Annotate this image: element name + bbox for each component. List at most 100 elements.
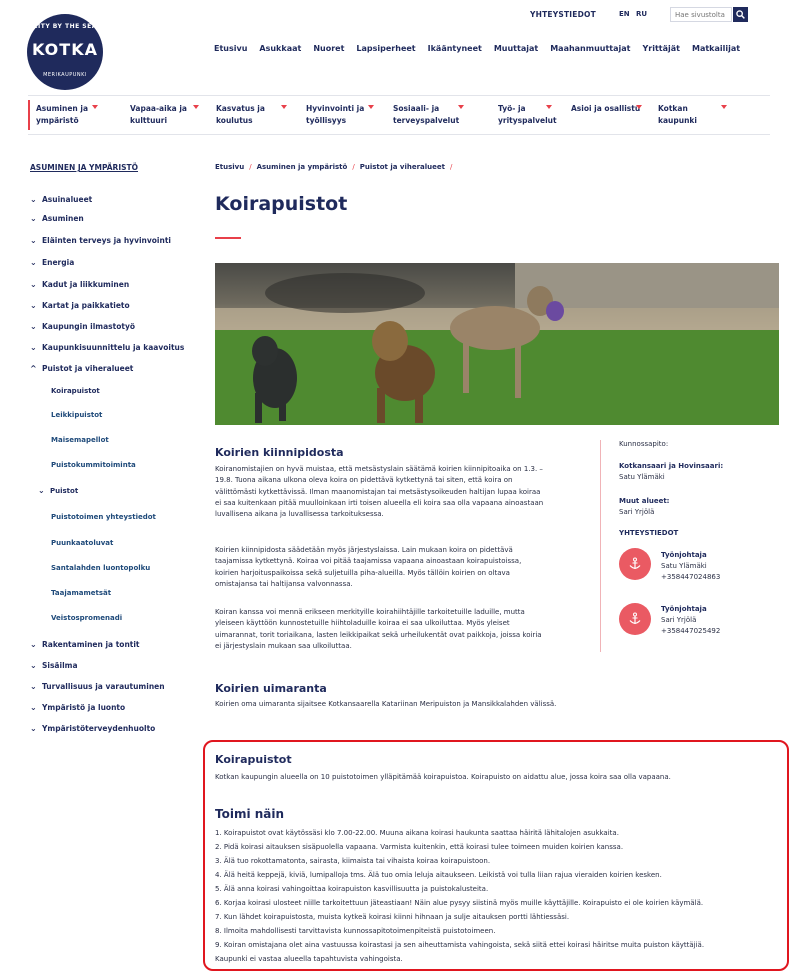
rule-item: Kaupunki ei vastaa alueella tapahtuvista… [215, 955, 403, 963]
section-kotkan-kaupunki[interactable]: Kotkan kaupunki [658, 103, 697, 127]
chevron-down-icon: ⌄ [30, 343, 37, 352]
sidebar-item-koirapuistot[interactable]: Koirapuistot [51, 387, 100, 395]
chevron-down-icon[interactable] [281, 105, 287, 109]
rule-item: 4. Älä heitä keppejä, kiviä, lumipalloja… [215, 871, 662, 879]
sidebar-item-kaupunkisuunnittelu[interactable]: ⌄ Kaupunkisuunnittelu ja kaavoitus [30, 343, 184, 352]
sidebar-item-turvallisuus[interactable]: ⌄ Turvallisuus ja varautuminen [30, 682, 165, 691]
sidebar-item-puunkaatoluvat[interactable]: Puunkaatoluvat [51, 539, 113, 547]
nav-ikaantyneet[interactable]: Ikääntyneet [428, 44, 482, 53]
title-accent-bar [215, 237, 241, 239]
sidebar-item-puistot[interactable]: ⌄ Puistot [38, 486, 78, 495]
chevron-down-icon: ⌄ [30, 322, 37, 331]
section-hyvinvointi[interactable]: Hyvinvointi ja työllisyys [306, 103, 364, 127]
nav-yrittajat[interactable]: Yrittäjät [643, 44, 681, 53]
section-sosiaali[interactable]: Sosiaali- ja terveyspalvelut [393, 103, 459, 127]
rule-item: 1. Koirapuistot ovat käytössäsi klo 7.00… [215, 829, 619, 837]
chevron-down-icon[interactable] [368, 105, 374, 109]
chevron-down-icon: ⌄ [30, 640, 37, 649]
box-heading: Koirapuistot [215, 753, 292, 766]
breadcrumb-separator: / [249, 163, 252, 171]
contact-panel: Kunnossapito: Kotkansaari ja Hovinsaari:… [600, 440, 790, 652]
chevron-down-icon[interactable] [458, 105, 464, 109]
chevron-down-icon[interactable] [636, 105, 642, 109]
sidebar-item-sisailma[interactable]: ⌄ Sisäilma [30, 661, 78, 670]
chevron-down-icon: ⌄ [30, 703, 37, 712]
nav-muuttajat[interactable]: Muuttajat [494, 44, 538, 53]
rule-item: 9. Koiran omistajana olet aina vastuussa… [215, 941, 705, 949]
chevron-down-icon[interactable] [546, 105, 552, 109]
sidebar-item-asuminen[interactable]: ⌄ Asuminen [30, 214, 84, 223]
breadcrumb-puistot[interactable]: Puistot ja viheralueet [360, 163, 445, 171]
person2-name: Sari Yrjölä [661, 616, 697, 624]
box-subheading: Toimi näin [215, 807, 285, 821]
area1-title: Kotkansaari ja Hovinsaari: [619, 462, 724, 470]
sidebar-item-leikkipuistot[interactable]: Leikkipuistot [51, 411, 102, 419]
sidebar-item-puistokummitoiminta[interactable]: Puistokummitoiminta [51, 461, 136, 469]
person1-phone[interactable]: +358447024863 [661, 573, 720, 581]
contact-link[interactable]: YHTEYSTIEDOT [530, 10, 596, 19]
nav-etusivu[interactable]: Etusivu [214, 44, 247, 53]
chevron-down-icon: ⌄ [30, 236, 37, 245]
sidebar-item-taajamametsat[interactable]: Taajamametsät [51, 589, 111, 597]
anchor-icon [629, 557, 641, 569]
section-kasvatus[interactable]: Kasvatus ja koulutus [216, 103, 265, 127]
contacts-heading: YHTEYSTIEDOT [619, 529, 679, 537]
nav-matkailijat[interactable]: Matkailijat [692, 44, 740, 53]
sidebar-item-santalahden-luontopolku[interactable]: Santalahden luontopolku [51, 564, 150, 572]
avatar [619, 603, 651, 635]
sidebar-item-asuinalueet[interactable]: ⌄ Asuinalueet [30, 195, 92, 204]
chevron-down-icon[interactable] [193, 105, 199, 109]
nav-asukkaat[interactable]: Asukkaat [259, 44, 301, 53]
active-section-marker [28, 100, 30, 130]
chevron-down-icon: ⌄ [30, 661, 37, 670]
sidebar-item-veistospromenadi[interactable]: Veistospromenadi [51, 614, 122, 622]
chevron-down-icon: ⌄ [38, 486, 45, 495]
search-input[interactable] [670, 7, 732, 22]
search-icon [736, 10, 745, 19]
section-nav: Asuminen ja ympäristö Vapaa-aika ja kulttu… [28, 95, 770, 135]
sidebar-item-rakentaminen[interactable]: ⌄ Rakentaminen ja tontit [30, 640, 140, 649]
lang-ru[interactable]: RU [636, 10, 647, 18]
logo-top-text: CITY BY THE SEA [33, 23, 97, 30]
breadcrumb-asuminen[interactable]: Asuminen ja ympäristö [257, 163, 348, 171]
sidebar-item-ymparisto[interactable]: ⌄ Ympäristö ja luonto [30, 703, 125, 712]
sidebar-item-maisemapellot[interactable]: Maisemapellot [51, 436, 109, 444]
sidebar-item-ymparistoterveydenhuolto[interactable]: ⌄ Ympäristöterveydenhuolto [30, 724, 155, 733]
chevron-down-icon: ⌄ [30, 724, 37, 733]
sidebar-title[interactable]: ASUMINEN JA YMPÄRISTÖ [30, 163, 138, 172]
dogs-photo [215, 263, 779, 425]
person1-role: Työnjohtaja [661, 551, 707, 559]
rule-item: 8. Ilmoita mahdollisesti tarvittavista k… [215, 927, 496, 935]
sidebar-item-elainten[interactable]: ⌄ Eläinten terveys ja hyvinvointi [30, 236, 171, 245]
logo-main-text: KOTKA [32, 40, 98, 59]
avatar [619, 548, 651, 580]
sidebar-item-kadut[interactable]: ⌄ Kadut ja liikkuminen [30, 280, 129, 289]
breadcrumb-etusivu[interactable]: Etusivu [215, 163, 244, 171]
main-nav: Etusivu Asukkaat Nuoret Lapsiperheet Ikä… [214, 44, 740, 53]
search-button[interactable] [733, 7, 748, 22]
sidebar-item-puistotoimen-yhteystiedot[interactable]: Puistotoimen yhteystiedot [51, 513, 156, 521]
paragraph-leash-3: Koiran kanssa voi mennä erikseen merkity… [215, 608, 542, 650]
sidebar-item-ilmastotyo[interactable]: ⌄ Kaupungin ilmastotyö [30, 322, 135, 331]
utility-bar: YHTEYSTIEDOT EN RU [0, 6, 799, 26]
section-asioi[interactable]: Asioi ja osallistu [571, 103, 640, 115]
chevron-down-icon[interactable] [721, 105, 727, 109]
breadcrumb-separator: / [352, 163, 355, 171]
rule-item: 5. Älä anna koirasi vahingoittaa koirapu… [215, 885, 489, 893]
chevron-down-icon[interactable] [92, 105, 98, 109]
section-asuminen[interactable]: Asuminen ja ympäristö [36, 103, 88, 127]
nav-nuoret[interactable]: Nuoret [313, 44, 344, 53]
sidebar-item-kartat[interactable]: ⌄ Kartat ja paikkatieto [30, 301, 130, 310]
person2-phone[interactable]: +358447025492 [661, 627, 720, 635]
kotka-logo[interactable]: CITY BY THE SEA KOTKA MERIKAUPUNKI [27, 14, 103, 90]
sidebar-item-energia[interactable]: ⌄ Energia [30, 258, 74, 267]
lang-en[interactable]: EN [619, 10, 630, 18]
rule-item: 6. Korjaa koirasi ulosteet niille tarkoi… [215, 899, 704, 907]
box-intro: Kotkan kaupungin alueella on 10 puistoto… [215, 773, 671, 781]
area2-title: Muut alueet: [619, 497, 670, 505]
sidebar-item-puistot-ja-viheralueet[interactable]: ^ Puistot ja viheralueet [30, 364, 133, 373]
paragraph-leash-1: Koiranomistajien on hyvä muistaa, että m… [215, 465, 544, 519]
nav-lapsiperheet[interactable]: Lapsiperheet [356, 44, 415, 53]
nav-maahanmuuttajat[interactable]: Maahanmuuttajat [550, 44, 630, 53]
section-vapaa-aika[interactable]: Vapaa-aika ja kulttuuri [130, 103, 187, 127]
